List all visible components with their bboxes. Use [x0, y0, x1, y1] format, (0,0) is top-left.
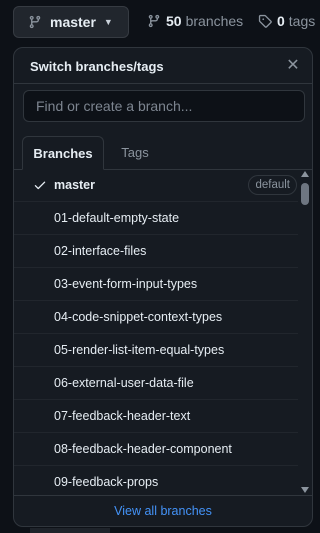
- tags-label: tags: [288, 13, 316, 29]
- branch-item-master[interactable]: master default: [14, 169, 298, 202]
- branch-select-button[interactable]: master ▼: [13, 6, 129, 38]
- git-branch-icon: [29, 15, 41, 29]
- branch-name: 02-interface-files: [54, 244, 147, 258]
- branch-name: 01-default-empty-state: [54, 211, 180, 225]
- view-all-branches-link[interactable]: View all branches: [114, 504, 212, 518]
- branch-item[interactable]: 09-feedback-props: [14, 466, 298, 498]
- scrollbar-thumb[interactable]: [301, 183, 309, 205]
- git-branch-icon: [148, 14, 160, 28]
- branch-name: 03-event-form-input-types: [54, 277, 198, 291]
- default-badge: default: [248, 175, 297, 195]
- branch-item[interactable]: 08-feedback-header-component: [14, 433, 298, 466]
- branch-name: 09-feedback-props: [54, 475, 159, 489]
- branch-name: 04-code-snippet-context-types: [54, 310, 223, 324]
- branch-button-label: master: [50, 14, 96, 30]
- branch-item[interactable]: 04-code-snippet-context-types: [14, 301, 298, 334]
- underlying-content-fragment: [30, 528, 110, 533]
- tab-tags[interactable]: Tags: [110, 136, 160, 168]
- close-icon[interactable]: ✕: [284, 56, 302, 74]
- branch-name: 06-external-user-data-file: [54, 376, 194, 390]
- tags-link[interactable]: 0 tags: [258, 13, 315, 29]
- tags-count: 0: [277, 13, 285, 29]
- panel-header: Switch branches/tags ✕: [14, 48, 312, 84]
- scroll-up-arrow-icon[interactable]: [301, 171, 309, 177]
- repo-toolbar: master ▼ 50 branches 0 tags: [0, 0, 315, 46]
- branches-label: branches: [185, 13, 244, 29]
- branch-item[interactable]: 02-interface-files: [14, 235, 298, 268]
- branch-name: 08-feedback-header-component: [54, 442, 232, 456]
- tab-branches[interactable]: Branches: [22, 136, 104, 170]
- branch-item[interactable]: 05-render-list-item-equal-types: [14, 334, 298, 367]
- tag-icon: [258, 14, 272, 28]
- branch-item[interactable]: 06-external-user-data-file: [14, 367, 298, 400]
- scroll-down-arrow-icon[interactable]: [301, 487, 309, 493]
- branch-item[interactable]: 01-default-empty-state: [14, 202, 298, 235]
- branch-name: 05-render-list-item-equal-types: [54, 343, 225, 357]
- branches-link[interactable]: 50 branches: [147, 13, 243, 29]
- branch-name: master: [54, 178, 95, 192]
- branch-switcher-panel: Switch branches/tags ✕ Branches Tags mas…: [13, 47, 313, 527]
- panel-title: Switch branches/tags: [30, 59, 164, 74]
- check-icon: [34, 181, 46, 190]
- branch-item[interactable]: 03-event-form-input-types: [14, 268, 298, 301]
- branches-count: 50: [166, 13, 182, 29]
- branch-item[interactable]: 07-feedback-header-text: [14, 400, 298, 433]
- caret-down-icon: ▼: [103, 17, 113, 27]
- panel-footer: View all branches: [14, 495, 312, 526]
- branch-name: 07-feedback-header-text: [54, 409, 191, 423]
- branch-list-scrollbar[interactable]: [300, 169, 310, 495]
- branch-tag-tabs: Branches Tags: [14, 136, 312, 170]
- branch-list: master default 01-default-empty-state 02…: [14, 169, 298, 498]
- branch-search-input[interactable]: [23, 90, 305, 122]
